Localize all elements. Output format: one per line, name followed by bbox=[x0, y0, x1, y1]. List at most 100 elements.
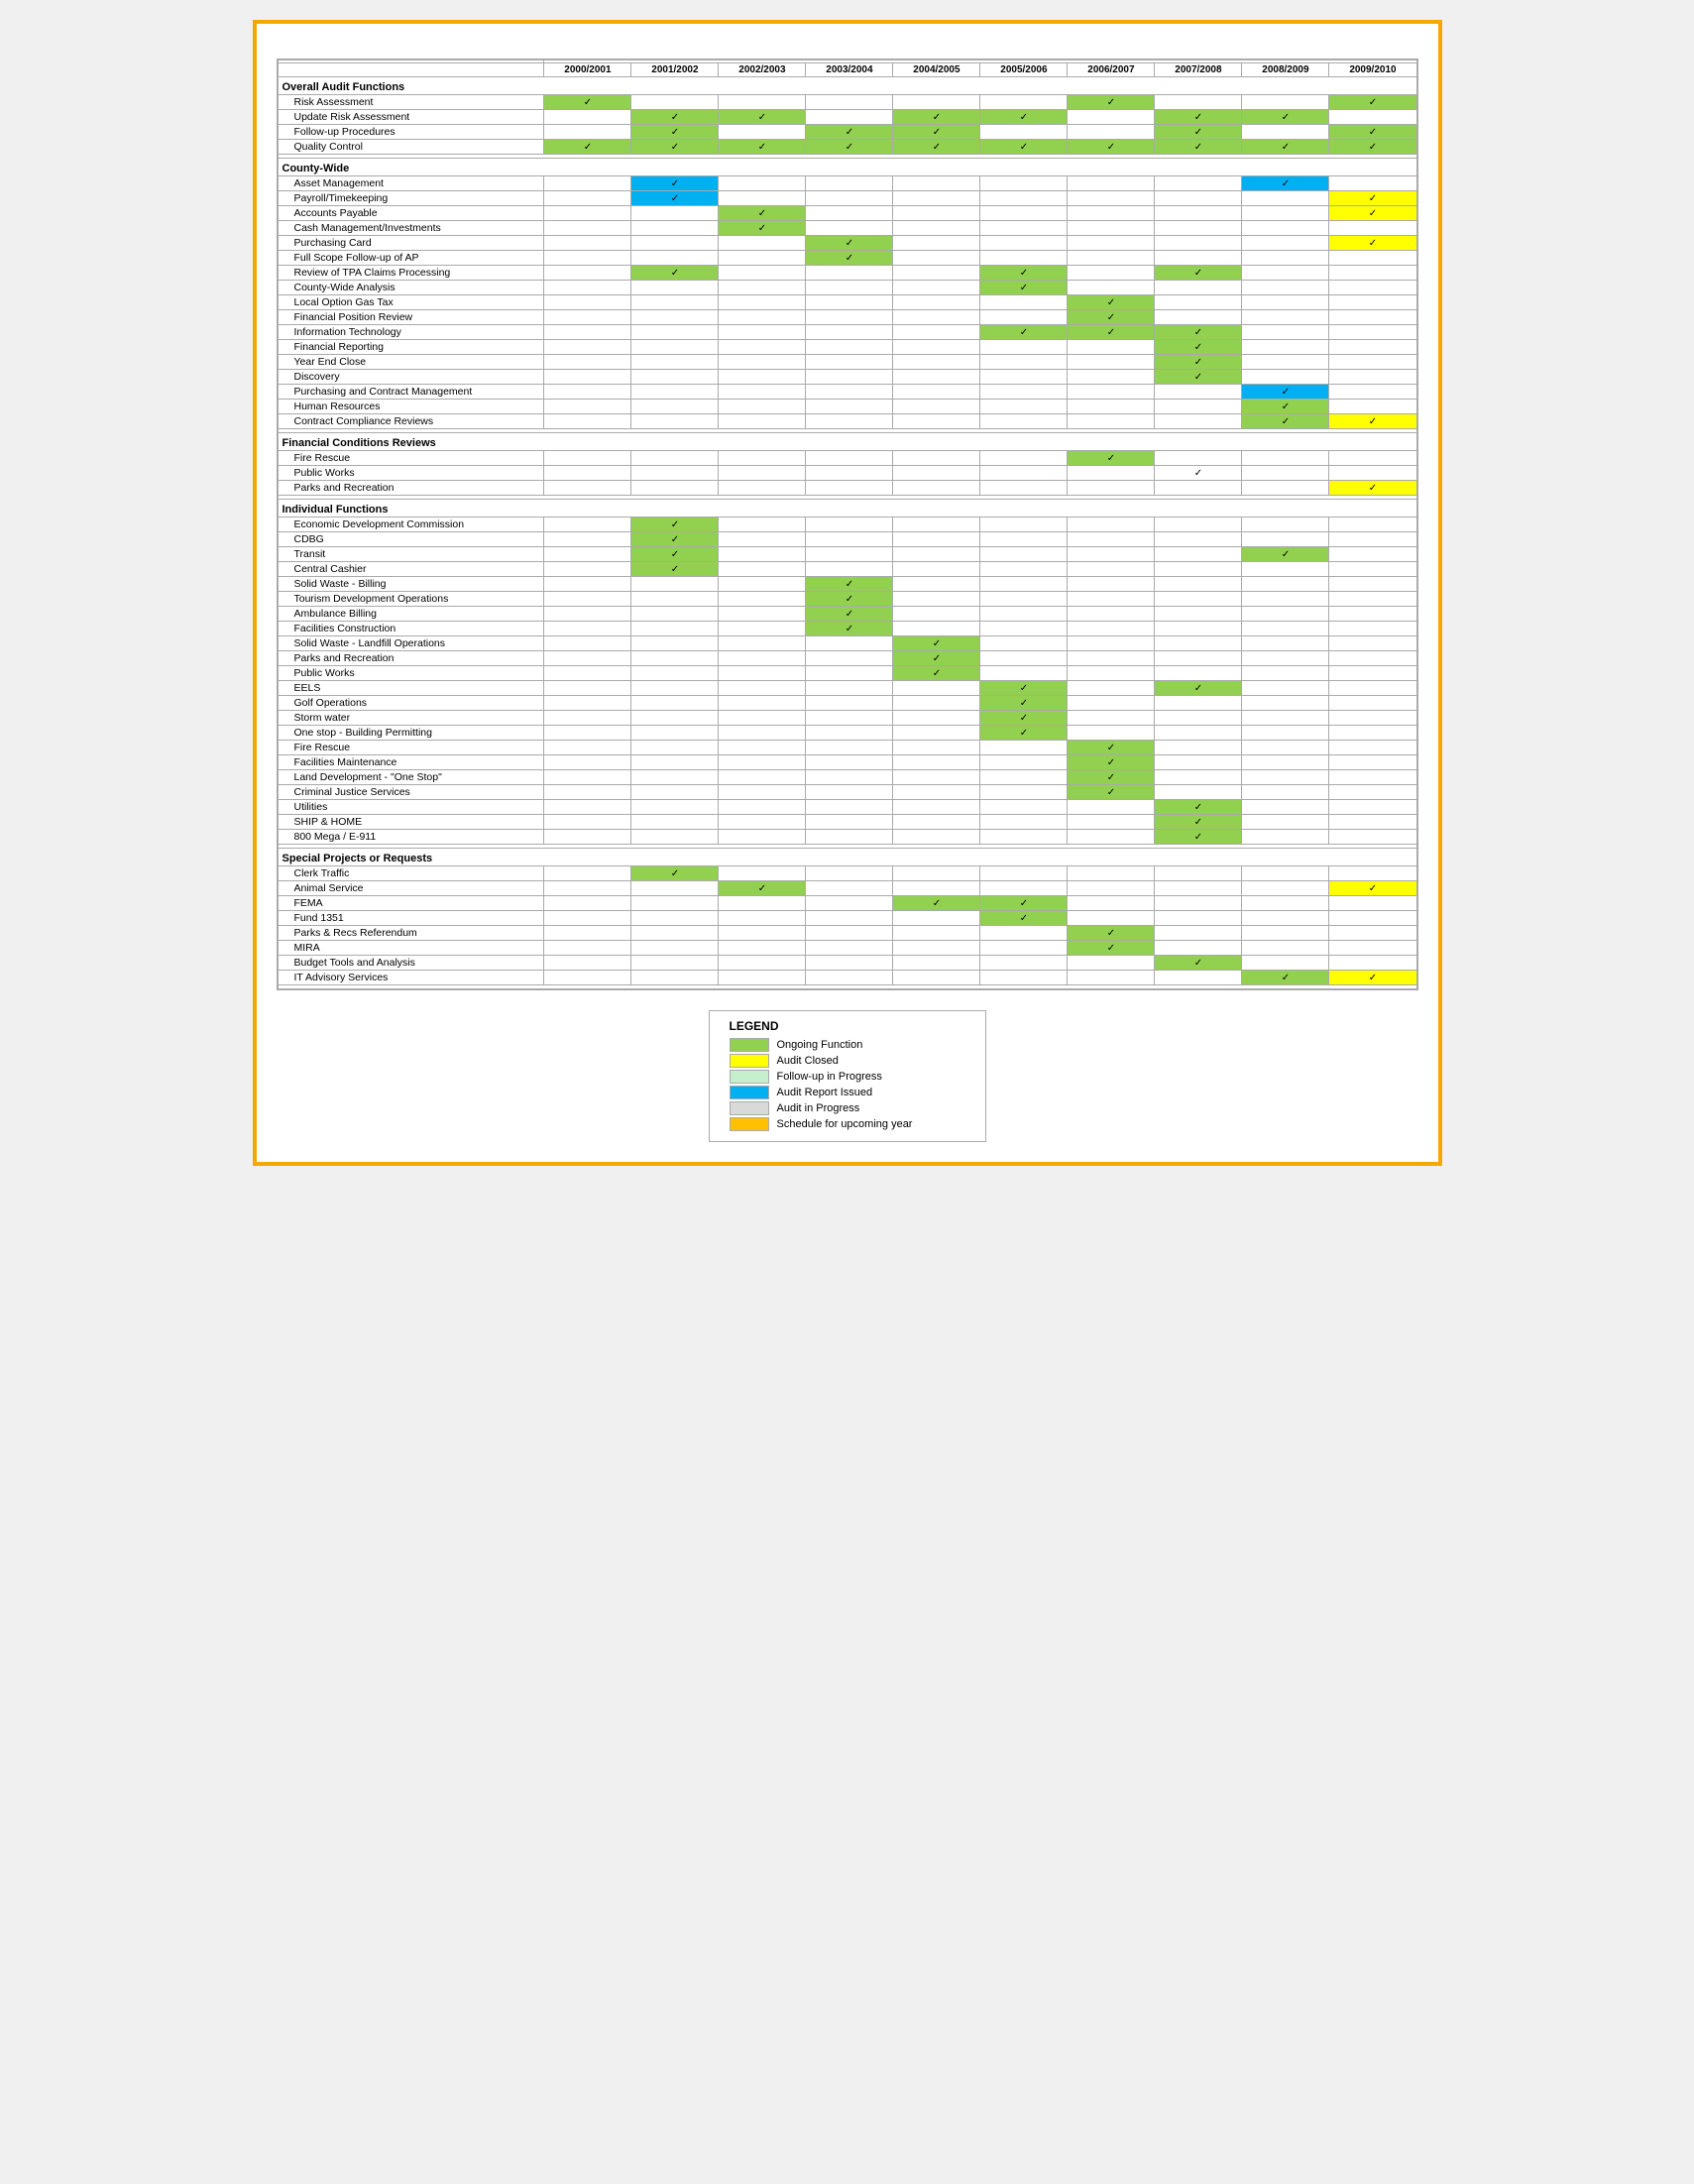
cell-1-9-7 bbox=[1155, 310, 1242, 325]
cell-0-0-5 bbox=[980, 95, 1068, 110]
cell-4-6-3 bbox=[806, 956, 893, 971]
cell-3-8-3 bbox=[806, 636, 893, 651]
cell-3-4-3: ✓ bbox=[806, 577, 893, 592]
cell-2-1-3 bbox=[806, 466, 893, 481]
section-header-4: Special Projects or Requests bbox=[278, 849, 1416, 866]
year-col-9: 2009/2010 bbox=[1329, 63, 1416, 77]
cell-1-12-1 bbox=[631, 355, 719, 370]
cell-1-5-2 bbox=[719, 251, 806, 266]
row-label-3-6: Ambulance Billing bbox=[278, 607, 544, 622]
cell-3-15-8 bbox=[1242, 741, 1329, 755]
row-label-4-4: Parks & Recs Referendum bbox=[278, 926, 544, 941]
cell-4-3-4 bbox=[893, 911, 980, 926]
row-label-3-14: One stop - Building Permitting bbox=[278, 726, 544, 741]
cell-3-12-6 bbox=[1068, 696, 1155, 711]
cell-4-3-3 bbox=[806, 911, 893, 926]
row-label-2-2: Parks and Recreation bbox=[278, 481, 544, 496]
table-row: Fund 1351✓ bbox=[278, 911, 1416, 926]
legend-color-inprogress bbox=[730, 1101, 769, 1115]
cell-3-15-1 bbox=[631, 741, 719, 755]
cell-4-4-5 bbox=[980, 926, 1068, 941]
legend-inprogress: Audit in Progress bbox=[730, 1101, 965, 1115]
cell-4-5-5 bbox=[980, 941, 1068, 956]
cell-3-9-1 bbox=[631, 651, 719, 666]
cell-1-0-4 bbox=[893, 176, 980, 191]
cell-1-5-9 bbox=[1329, 251, 1416, 266]
cell-1-14-1 bbox=[631, 385, 719, 400]
year-col-2: 2002/2003 bbox=[719, 63, 806, 77]
row-label-4-2: FEMA bbox=[278, 896, 544, 911]
cell-0-1-0 bbox=[544, 110, 631, 125]
cell-3-0-8 bbox=[1242, 517, 1329, 532]
cell-3-2-4 bbox=[893, 547, 980, 562]
cell-3-10-8 bbox=[1242, 666, 1329, 681]
cell-1-13-6 bbox=[1068, 370, 1155, 385]
legend-label-inprogress: Audit in Progress bbox=[777, 1102, 860, 1114]
cell-1-7-1 bbox=[631, 281, 719, 295]
cell-1-13-0 bbox=[544, 370, 631, 385]
cell-1-1-5 bbox=[980, 191, 1068, 206]
cell-4-4-3 bbox=[806, 926, 893, 941]
cell-1-2-8 bbox=[1242, 206, 1329, 221]
cell-3-15-3 bbox=[806, 741, 893, 755]
cell-3-13-0 bbox=[544, 711, 631, 726]
cell-3-20-1 bbox=[631, 815, 719, 830]
row-label-3-0: Economic Development Commission bbox=[278, 517, 544, 532]
cell-4-6-5 bbox=[980, 956, 1068, 971]
cell-3-2-1: ✓ bbox=[631, 547, 719, 562]
cell-3-20-9 bbox=[1329, 815, 1416, 830]
cell-3-9-4: ✓ bbox=[893, 651, 980, 666]
row-label-3-3: Central Cashier bbox=[278, 562, 544, 577]
cell-4-6-2 bbox=[719, 956, 806, 971]
cell-1-10-2 bbox=[719, 325, 806, 340]
cell-4-1-5 bbox=[980, 881, 1068, 896]
cell-3-8-5 bbox=[980, 636, 1068, 651]
cell-1-5-3: ✓ bbox=[806, 251, 893, 266]
cell-3-8-9 bbox=[1329, 636, 1416, 651]
table-row: Ambulance Billing✓ bbox=[278, 607, 1416, 622]
cell-3-12-5: ✓ bbox=[980, 696, 1068, 711]
cell-1-16-0 bbox=[544, 414, 631, 429]
cell-3-12-1 bbox=[631, 696, 719, 711]
cell-2-2-6 bbox=[1068, 481, 1155, 496]
cell-3-21-4 bbox=[893, 830, 980, 845]
cell-3-5-8 bbox=[1242, 592, 1329, 607]
table-row: Clerk Traffic✓ bbox=[278, 866, 1416, 881]
cell-1-12-4 bbox=[893, 355, 980, 370]
cell-1-11-9 bbox=[1329, 340, 1416, 355]
cell-3-18-4 bbox=[893, 785, 980, 800]
cell-4-7-2 bbox=[719, 971, 806, 985]
cell-3-13-5: ✓ bbox=[980, 711, 1068, 726]
cell-3-14-5: ✓ bbox=[980, 726, 1068, 741]
cell-1-12-6 bbox=[1068, 355, 1155, 370]
cell-1-4-3: ✓ bbox=[806, 236, 893, 251]
cell-4-7-5 bbox=[980, 971, 1068, 985]
cell-1-1-6 bbox=[1068, 191, 1155, 206]
cell-1-8-1 bbox=[631, 295, 719, 310]
cell-1-6-3 bbox=[806, 266, 893, 281]
cell-3-1-0 bbox=[544, 532, 631, 547]
cell-3-15-5 bbox=[980, 741, 1068, 755]
cell-0-2-6 bbox=[1068, 125, 1155, 140]
cell-2-2-8 bbox=[1242, 481, 1329, 496]
row-label-3-18: Criminal Justice Services bbox=[278, 785, 544, 800]
cell-0-2-8 bbox=[1242, 125, 1329, 140]
cell-4-4-0 bbox=[544, 926, 631, 941]
cell-3-11-2 bbox=[719, 681, 806, 696]
cell-3-9-9 bbox=[1329, 651, 1416, 666]
cell-3-8-2 bbox=[719, 636, 806, 651]
cell-3-3-5 bbox=[980, 562, 1068, 577]
table-row: Transit✓✓ bbox=[278, 547, 1416, 562]
cell-3-15-6: ✓ bbox=[1068, 741, 1155, 755]
cell-3-1-7 bbox=[1155, 532, 1242, 547]
cell-3-12-2 bbox=[719, 696, 806, 711]
cell-1-10-9 bbox=[1329, 325, 1416, 340]
cell-2-1-5 bbox=[980, 466, 1068, 481]
cell-1-5-6 bbox=[1068, 251, 1155, 266]
cell-3-7-7 bbox=[1155, 622, 1242, 636]
cell-3-4-6 bbox=[1068, 577, 1155, 592]
cell-1-13-3 bbox=[806, 370, 893, 385]
cell-3-18-3 bbox=[806, 785, 893, 800]
cell-1-15-9 bbox=[1329, 400, 1416, 414]
row-label-1-14: Purchasing and Contract Management bbox=[278, 385, 544, 400]
